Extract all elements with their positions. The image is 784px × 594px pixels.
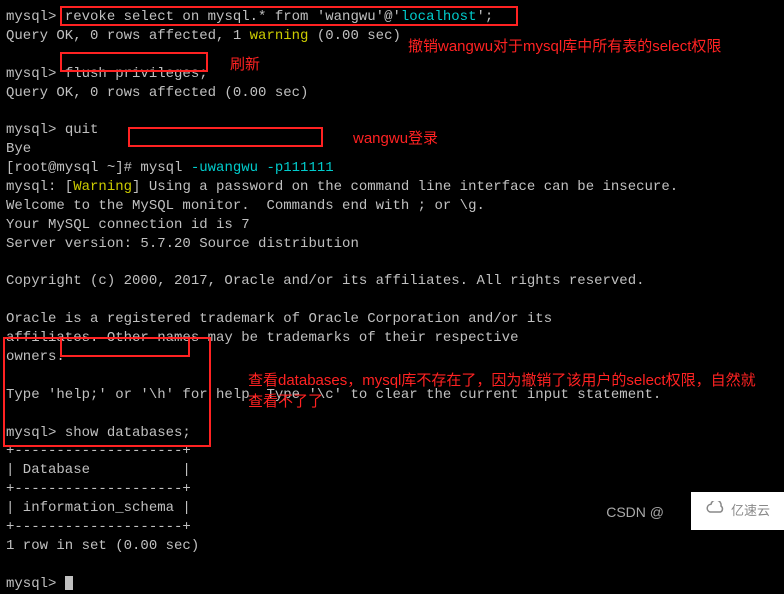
terminal-blank bbox=[6, 556, 778, 575]
terminal-line-1: mysql> revoke select on mysql.* from 'wa… bbox=[6, 8, 778, 27]
terminal-blank bbox=[6, 102, 778, 121]
terminal-line-11: Welcome to the MySQL monitor. Commands e… bbox=[6, 197, 778, 216]
terminal-line-12: Your MySQL connection id is 7 bbox=[6, 216, 778, 235]
terminal-line-29: 1 row in set (0.00 sec) bbox=[6, 537, 778, 556]
annotation-login: wangwu登录 bbox=[353, 128, 438, 149]
cloud-icon bbox=[705, 500, 725, 522]
annotation-showdb: 查看databases，mysql库不存在了，因为撤销了该用户的select权限… bbox=[248, 370, 768, 412]
terminal-line-10: mysql: [Warning] Using a password on the… bbox=[6, 178, 778, 197]
terminal-line-31[interactable]: mysql> bbox=[6, 575, 778, 594]
terminal-line-15: Copyright (c) 2000, 2017, Oracle and/or … bbox=[6, 272, 778, 291]
terminal-line-4: mysql> flush privileges; bbox=[6, 65, 778, 84]
annotation-flush: 刷新 bbox=[230, 54, 260, 75]
terminal-blank bbox=[6, 254, 778, 273]
terminal-line-25: | Database | bbox=[6, 461, 778, 480]
terminal-line-9: [root@mysql ~]# mysql -uwangwu -p111111 bbox=[6, 159, 778, 178]
terminal-blank bbox=[6, 291, 778, 310]
terminal-line-13: Server version: 5.7.20 Source distributi… bbox=[6, 235, 778, 254]
terminal-line-24: +--------------------+ bbox=[6, 442, 778, 461]
terminal-line-19: owners. bbox=[6, 348, 778, 367]
terminal-line-18: affiliates. Other names may be trademark… bbox=[6, 329, 778, 348]
cursor-icon bbox=[65, 576, 73, 590]
brand-watermark: 亿速云 bbox=[691, 492, 784, 530]
terminal-line-5: Query OK, 0 rows affected (0.00 sec) bbox=[6, 84, 778, 103]
csdn-watermark: CSDN @ bbox=[606, 503, 664, 522]
terminal-line-17: Oracle is a registered trademark of Orac… bbox=[6, 310, 778, 329]
terminal-line-26: +--------------------+ bbox=[6, 480, 778, 499]
terminal-line-23: mysql> show databases; bbox=[6, 424, 778, 443]
annotation-revoke: 撤销wangwu对于mysql库中所有表的select权限 bbox=[408, 36, 721, 57]
